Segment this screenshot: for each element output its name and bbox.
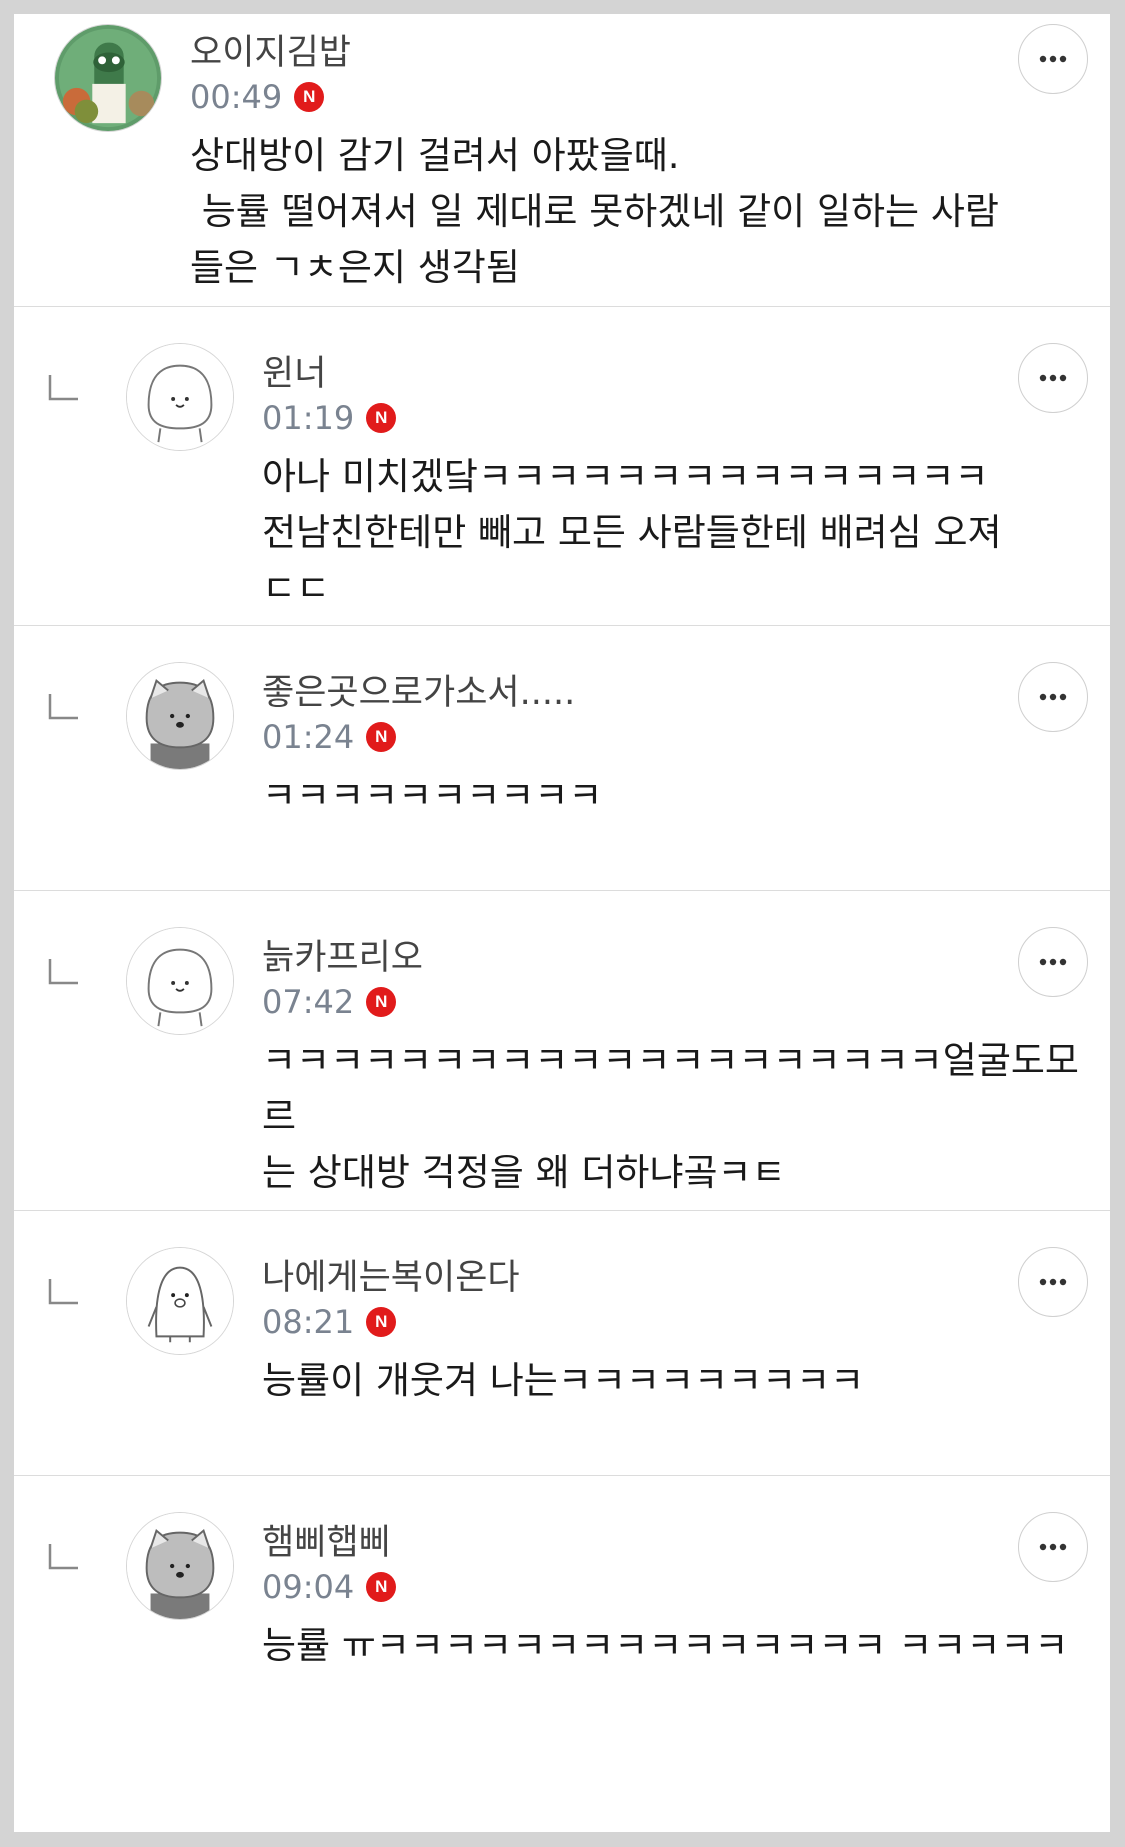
comment-meta: 00:49 N	[190, 78, 325, 116]
cartoon-characters-avatar-icon	[55, 25, 161, 131]
nickname[interactable]: 좋은곳으로가소서.....	[262, 676, 575, 711]
more-horizontal-icon	[1039, 1543, 1067, 1551]
comment-meta: 01:24 N	[262, 718, 397, 756]
reply-item: 나에게는복이온다 08:21 N 능률이 개웃겨 나는ㅋㅋㅋㅋㅋㅋㅋㅋㅋ	[14, 1211, 1110, 1476]
new-badge: N	[366, 1307, 397, 1337]
timestamp: 01:24	[262, 718, 355, 756]
nickname[interactable]: 윈너	[262, 357, 326, 392]
comment-item: 오이지김밥 00:49 N 상대방이 감기 걸려서 아팠을때. 능률 떨어져서 …	[14, 14, 1110, 307]
more-options-button[interactable]	[1018, 1247, 1088, 1317]
reply-arrow-icon	[48, 1279, 78, 1305]
gray-cat-avatar-icon	[127, 1513, 233, 1619]
white-blob-avatar-icon	[127, 928, 233, 1034]
comment-text: 능률 ㅠㅋㅋㅋㅋㅋㅋㅋㅋㅋㅋㅋㅋㅋㅋㅋ ㅋㅋㅋㅋㅋ	[262, 1624, 1069, 1667]
comment-meta: 08:21 N	[262, 1303, 397, 1341]
comment-meta: 01:19 N	[262, 399, 397, 437]
avatar[interactable]	[126, 1512, 234, 1620]
comment-text: ㅋㅋㅋㅋㅋㅋㅋㅋㅋㅋㅋㅋㅋㅋㅋㅋㅋㅋㅋㅋ얼굴도모르 는 상대방 걱정을 왜 더하…	[262, 1039, 1079, 1194]
more-options-button[interactable]	[1018, 1512, 1088, 1582]
more-options-button[interactable]	[1018, 343, 1088, 413]
new-badge: N	[366, 722, 397, 752]
new-badge: N	[366, 1572, 397, 1602]
more-options-button[interactable]	[1018, 24, 1088, 94]
penguin-avatar-icon	[127, 1248, 233, 1354]
timestamp: 00:49	[190, 78, 283, 116]
new-badge: N	[366, 987, 397, 1017]
comment-text: 상대방이 감기 걸려서 아팠을때. 능률 떨어져서 일 제대로 못하겠네 같이 …	[190, 134, 999, 289]
avatar[interactable]	[126, 927, 234, 1035]
nickname[interactable]: 오이지김밥	[190, 36, 351, 71]
timestamp: 08:21	[262, 1303, 355, 1341]
more-horizontal-icon	[1039, 958, 1067, 966]
avatar[interactable]	[126, 1247, 234, 1355]
nickname[interactable]: 햄삐햅삐	[262, 1526, 391, 1561]
reply-item: 좋은곳으로가소서..... 01:24 N ㅋㅋㅋㅋㅋㅋㅋㅋㅋㅋ	[14, 626, 1110, 891]
white-blob-avatar-icon	[127, 344, 233, 450]
more-horizontal-icon	[1039, 374, 1067, 382]
nickname[interactable]: 나에게는복이온다	[262, 1261, 520, 1296]
new-badge: N	[366, 403, 397, 433]
reply-arrow-icon	[48, 375, 78, 401]
comment-text: 능률이 개웃겨 나는ㅋㅋㅋㅋㅋㅋㅋㅋㅋ	[262, 1359, 865, 1402]
reply-item: 햄삐햅삐 09:04 N 능률 ㅠㅋㅋㅋㅋㅋㅋㅋㅋㅋㅋㅋㅋㅋㅋㅋ ㅋㅋㅋㅋㅋ	[14, 1476, 1110, 1832]
nickname[interactable]: 늙카프리오	[262, 941, 423, 976]
reply-arrow-icon	[48, 1544, 78, 1570]
avatar[interactable]	[54, 24, 162, 132]
gray-cat-avatar-icon	[127, 663, 233, 769]
timestamp: 01:19	[262, 399, 355, 437]
more-options-button[interactable]	[1018, 662, 1088, 732]
comment-meta: 09:04 N	[262, 1568, 397, 1606]
reply-item: 윈너 01:19 N 아나 미치겠닼ㅋㅋㅋㅋㅋㅋㅋㅋㅋㅋㅋㅋㅋㅋㅋ 전남친한테만…	[14, 307, 1110, 626]
new-badge: N	[294, 82, 325, 112]
reply-arrow-icon	[48, 959, 78, 985]
comment-meta: 07:42 N	[262, 983, 397, 1021]
avatar[interactable]	[126, 343, 234, 451]
comment-list: 오이지김밥 00:49 N 상대방이 감기 걸려서 아팠을때. 능률 떨어져서 …	[14, 14, 1110, 1832]
reply-item: 늙카프리오 07:42 N ㅋㅋㅋㅋㅋㅋㅋㅋㅋㅋㅋㅋㅋㅋㅋㅋㅋㅋㅋㅋ얼굴도모르 …	[14, 891, 1110, 1211]
timestamp: 09:04	[262, 1568, 355, 1606]
comment-text: 아나 미치겠닼ㅋㅋㅋㅋㅋㅋㅋㅋㅋㅋㅋㅋㅋㅋㅋ 전남친한테만 빼고 모든 사람들한…	[262, 455, 1002, 610]
more-horizontal-icon	[1039, 1278, 1067, 1286]
reply-arrow-icon	[48, 694, 78, 720]
comment-text: ㅋㅋㅋㅋㅋㅋㅋㅋㅋㅋ	[262, 774, 603, 817]
more-options-button[interactable]	[1018, 927, 1088, 997]
avatar[interactable]	[126, 662, 234, 770]
more-horizontal-icon	[1039, 55, 1067, 63]
timestamp: 07:42	[262, 983, 355, 1021]
more-horizontal-icon	[1039, 693, 1067, 701]
